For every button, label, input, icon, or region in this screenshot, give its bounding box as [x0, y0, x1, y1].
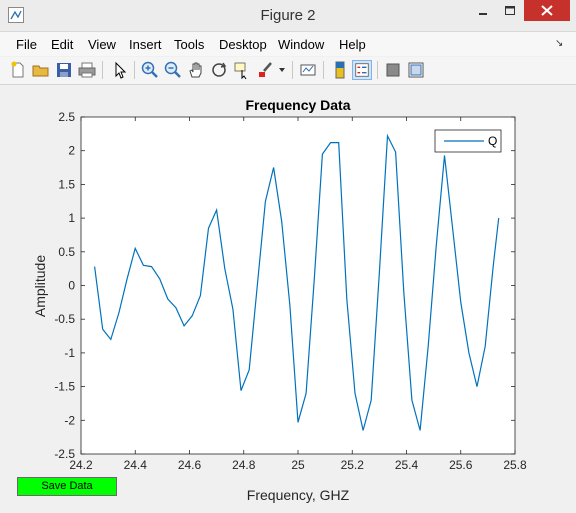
toolbar-separator — [134, 61, 135, 79]
data-cursor-icon[interactable] — [232, 60, 252, 80]
y-tick-label: -1 — [64, 346, 75, 360]
y-tick-label: -2.5 — [54, 447, 75, 461]
x-tick-label: 25.6 — [449, 458, 473, 472]
x-axis-label: Frequency, GHZ — [247, 487, 350, 503]
zoom-out-icon[interactable] — [163, 60, 183, 80]
y-axis-label: Amplitude — [32, 255, 48, 317]
legend-icon[interactable] — [352, 60, 372, 80]
x-tick-label: 24.6 — [178, 458, 202, 472]
maximize-icon — [505, 6, 515, 15]
menu-tools[interactable]: Tools — [174, 37, 204, 52]
close-icon — [541, 5, 553, 16]
brush-dropdown-icon[interactable] — [278, 67, 286, 73]
title-bar: Figure 2 — [0, 0, 576, 32]
zoom-in-icon[interactable] — [140, 60, 160, 80]
menu-bar: File Edit View Insert Tools Desktop Wind… — [0, 32, 576, 56]
menu-insert[interactable]: Insert — [129, 37, 162, 52]
menu-window[interactable]: Window — [278, 37, 324, 52]
toolbar-separator — [323, 61, 324, 79]
print-icon[interactable] — [77, 60, 97, 80]
minimize-icon — [479, 13, 487, 15]
x-tick-label: 24.8 — [232, 458, 256, 472]
show-plot-tools-icon[interactable] — [406, 60, 426, 80]
open-file-icon[interactable] — [31, 60, 51, 80]
y-tick-label: 0.5 — [58, 245, 75, 259]
colorbar-icon[interactable] — [330, 60, 350, 80]
save-data-button[interactable]: Save Data — [17, 477, 117, 496]
toolbar-separator — [102, 61, 103, 79]
y-tick-label: 0 — [68, 279, 75, 293]
pointer-icon[interactable] — [110, 60, 130, 80]
menu-edit[interactable]: Edit — [51, 37, 73, 52]
maximize-button[interactable] — [497, 0, 523, 21]
x-tick-label: 24.4 — [124, 458, 148, 472]
new-figure-icon[interactable] — [8, 60, 28, 80]
y-tick-label: -1.5 — [54, 380, 75, 394]
legend[interactable]: Q — [434, 129, 502, 153]
x-tick-label: 25.4 — [395, 458, 419, 472]
y-tick-label: -0.5 — [54, 312, 75, 326]
brush-icon[interactable] — [256, 60, 276, 80]
dock-arrow-icon[interactable]: ↘ — [555, 38, 563, 49]
save-icon[interactable] — [54, 60, 74, 80]
y-tick-label: -2 — [64, 413, 75, 427]
link-plot-icon[interactable] — [298, 60, 318, 80]
toolbar-separator — [292, 61, 293, 79]
x-tick-label: 25.2 — [341, 458, 365, 472]
y-tick-label: 2.5 — [58, 110, 75, 124]
close-button[interactable] — [524, 0, 570, 21]
toolbar — [0, 57, 576, 85]
menu-help[interactable]: Help — [339, 37, 366, 52]
pan-hand-icon[interactable] — [186, 60, 206, 80]
x-tick-label: 25.8 — [503, 458, 527, 472]
plot-title: Frequency Data — [245, 97, 350, 113]
x-tick-label: 25 — [291, 458, 305, 472]
y-tick-label: 1 — [68, 211, 75, 225]
menu-desktop[interactable]: Desktop — [219, 37, 267, 52]
y-tick-label: 1.5 — [58, 177, 75, 191]
legend-label-q: Q — [488, 134, 497, 148]
hide-plot-tools-icon[interactable] — [383, 60, 403, 80]
menu-file[interactable]: File — [16, 37, 37, 52]
toolbar-separator — [377, 61, 378, 79]
menu-view[interactable]: View — [88, 37, 116, 52]
axes-background — [80, 116, 516, 455]
rotate-3d-icon[interactable] — [209, 60, 229, 80]
y-tick-label: 2 — [68, 144, 75, 158]
figure-canvas[interactable]: Frequency Data Frequency, GHZ Amplitude … — [4, 85, 572, 509]
minimize-button[interactable] — [470, 0, 496, 21]
